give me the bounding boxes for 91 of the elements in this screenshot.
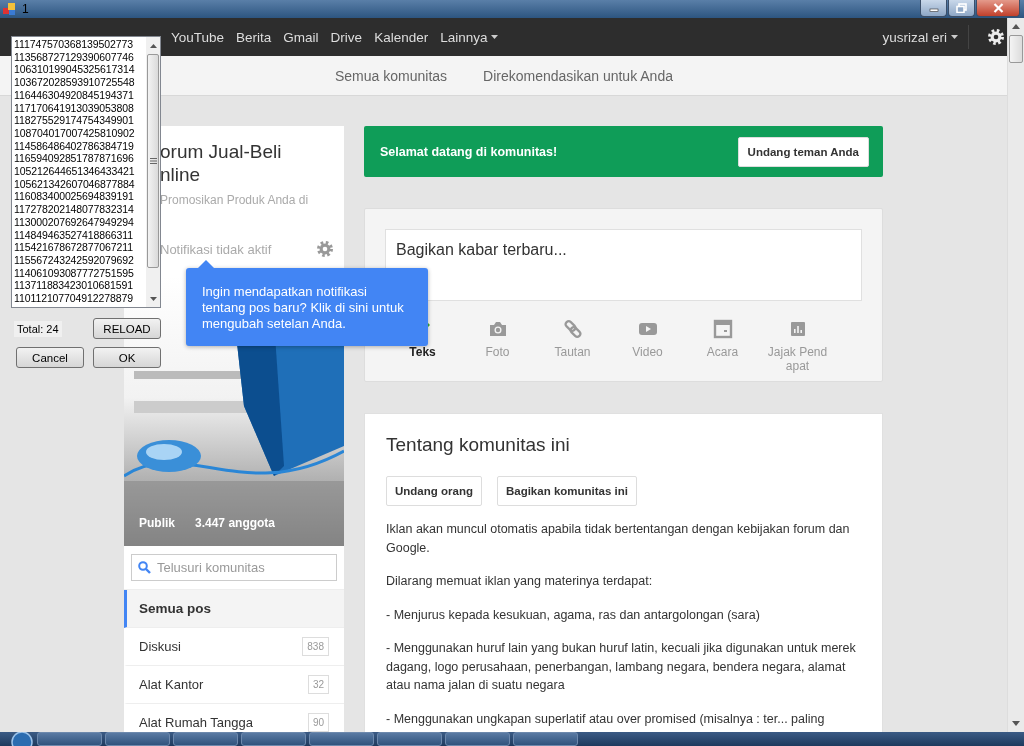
nav-link[interactable]: Kalender	[374, 29, 429, 45]
list-item[interactable]: 116446304920845194371	[14, 88, 146, 102]
list-item[interactable]: 111747570368139502773	[14, 38, 146, 51]
scroll-up-icon	[1012, 24, 1020, 29]
description-text: - Menggunakan huruf lain yang bukan huruf latin, kecuali jika digunakan untuk merek dagang, logo perusahaan, penerbangan, lambang negara, bendera negara, alamat atau nama jalan di suatu negara	[386, 640, 857, 694]
list-item[interactable]: 117170641913039053808	[14, 101, 146, 115]
list-item[interactable]: 113568727129390607746	[14, 50, 146, 64]
list-item[interactable]: 117278202148077832314	[14, 203, 146, 216]
description-text: Dilarang memuat iklan yang materinya terdapat:	[386, 573, 654, 590]
taskbar-button[interactable]	[377, 732, 442, 746]
taskbar-button[interactable]	[241, 732, 306, 746]
scroll-up-icon	[149, 43, 157, 48]
visibility-label: Publik	[139, 516, 175, 530]
list-item[interactable]: 118275529174754349901	[14, 114, 146, 127]
category-item[interactable]: Semua pos	[124, 590, 344, 628]
category-label: Alat Kantor	[139, 677, 204, 692]
tooltip-pointer	[198, 260, 214, 268]
nav-tab[interactable]: Direkomendasikan untuk Anda	[483, 67, 673, 84]
list-item[interactable]: 114849463527418866311	[14, 228, 146, 242]
list-box[interactable]	[11, 36, 161, 308]
start-button-icon[interactable]	[10, 732, 34, 746]
community-title: orum Jual-Beli	[160, 140, 283, 163]
welcome-text: Selamat datang di komunitas!	[380, 144, 558, 159]
member-count: 3.447 anggota	[195, 516, 276, 530]
category-label: Diskusi	[139, 639, 181, 654]
list-item[interactable]: 110112107704912278879	[14, 292, 146, 305]
nav-link[interactable]: Lainnya	[440, 29, 499, 45]
taskbar-button[interactable]	[309, 732, 374, 746]
action-button[interactable]: Bagikan komunitas ini	[496, 476, 637, 506]
post-count: 90	[307, 713, 329, 732]
nav-link[interactable]: Gmail	[283, 29, 319, 45]
nav-link[interactable]: Drive	[330, 29, 363, 45]
list-item[interactable]: 108704017007425810902	[14, 126, 146, 140]
taskbar-button[interactable]	[173, 732, 238, 746]
description-text: - Menjurus kepada kesukuan, agama, ras dan antargolongan (sara)	[386, 606, 761, 624]
list-item[interactable]: 105621342607046877884	[14, 177, 146, 191]
grip-icon	[149, 158, 157, 164]
calendar-icon	[712, 319, 733, 339]
cancel-button[interactable]: Cancel	[16, 347, 84, 368]
restore-button[interactable]	[948, 0, 975, 17]
post-count: 838	[302, 637, 329, 656]
taskbar-button[interactable]	[513, 732, 578, 746]
community-title: nline	[160, 163, 202, 186]
scrollbar-thumb[interactable]	[147, 54, 159, 268]
reload-button[interactable]: RELOAD	[93, 318, 161, 339]
category-item[interactable]: Alat Kantor 32	[124, 666, 344, 704]
restore-icon	[956, 3, 967, 13]
list-item[interactable]: 113000207692647949294	[14, 215, 146, 229]
search-field[interactable]: Telusuri komunitas	[131, 554, 337, 581]
camera-icon	[487, 319, 508, 339]
taskbar-button[interactable]	[445, 732, 510, 746]
nav-link[interactable]: YouTube	[171, 29, 225, 45]
app-icon	[2, 2, 16, 16]
list-item[interactable]: 113711883423010681591	[14, 279, 146, 293]
window-title: 1	[22, 2, 29, 16]
link-icon	[562, 319, 583, 339]
scroll-down-icon	[1012, 721, 1020, 726]
nav-tab[interactable]: Semua komunitas	[335, 67, 448, 84]
ok-button[interactable]: OK	[93, 347, 161, 368]
description-text: - Menggunakan ungkapan superlatif atau over promised (misalnya : ter... paling	[386, 710, 826, 728]
category-label: Alat Rumah Tangga	[139, 715, 253, 730]
nav-link[interactable]: Berita	[236, 29, 272, 45]
search-icon	[138, 561, 151, 574]
category-label: Semua pos	[139, 601, 212, 616]
close-button[interactable]	[976, 0, 1020, 17]
account-menu[interactable]: yusrizal eri	[882, 25, 969, 49]
list-item[interactable]: 115567243242592079692	[14, 253, 146, 267]
description-text: Iklan akan muncul otomatis apabila tidak bertentangan dengan kebijakan forum dan Google.	[386, 521, 851, 557]
minimize-button[interactable]	[920, 0, 947, 17]
post-field[interactable]: Bagikan kabar terbaru...	[385, 229, 862, 301]
list-item[interactable]: 105212644651346433421	[14, 165, 146, 178]
close-icon	[992, 3, 1004, 13]
community-tagline: Promosikan Produk Anda di	[160, 193, 310, 207]
list-item[interactable]: 106310199045325617314	[14, 63, 146, 77]
scrollbar-thumb[interactable]	[1009, 35, 1023, 63]
invite-button[interactable]: Undang teman Anda	[737, 136, 869, 167]
category-item[interactable]: Alat Rumah Tangga 90	[124, 704, 344, 732]
taskbar-button[interactable]	[105, 732, 170, 746]
category-item[interactable]: Diskusi 838	[124, 628, 344, 666]
post-count: 32	[307, 675, 329, 694]
list-item[interactable]: 115421678672877067211	[14, 241, 146, 254]
scroll-down-icon	[149, 296, 157, 301]
list-item[interactable]: 114586486402786384719	[14, 139, 146, 153]
list-item[interactable]: 114061093087772751595	[14, 266, 146, 280]
action-button[interactable]: Undang orang	[386, 476, 482, 506]
scrollbar[interactable]	[1007, 18, 1024, 732]
list-item[interactable]: 103672028593910725548	[14, 76, 146, 89]
list-item[interactable]: 116083400025694839191	[14, 190, 146, 204]
caret-icon	[951, 35, 958, 39]
list-item[interactable]: 116594092851787871696	[14, 152, 146, 166]
about-title: Tentang komunitas ini	[386, 434, 571, 456]
